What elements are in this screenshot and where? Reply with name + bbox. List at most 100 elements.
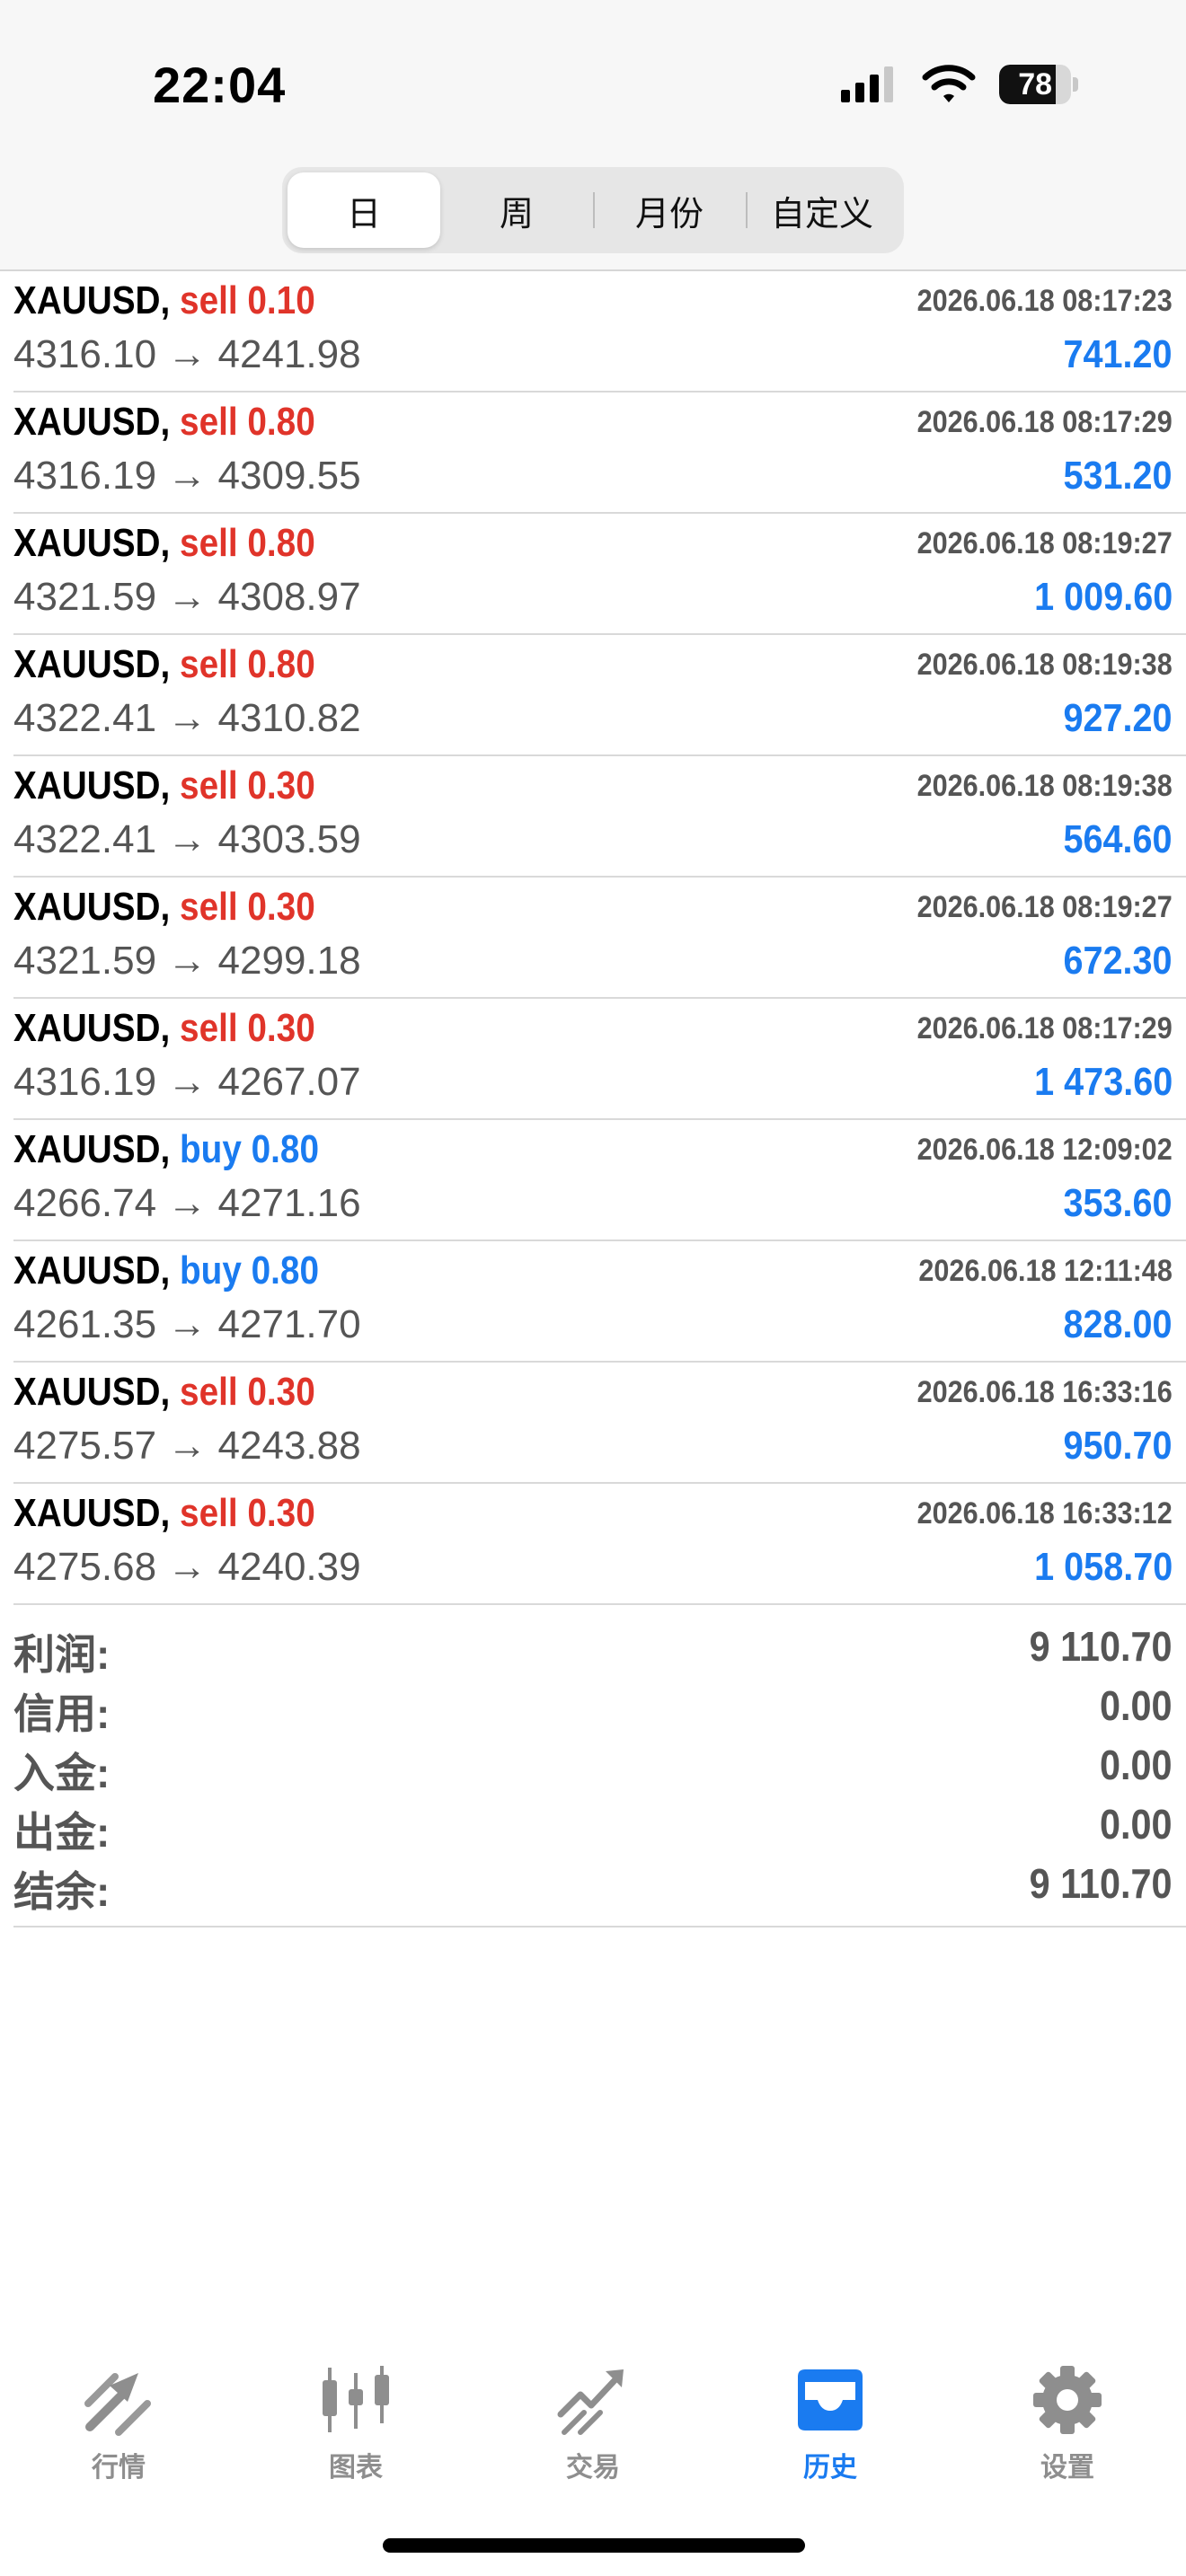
trade-row[interactable]: XAUUSD, sell 0.10 2026.06.18 08:17:23 43… bbox=[13, 271, 1186, 393]
trade-open-price: 4266.74 bbox=[13, 1181, 157, 1225]
trade-datetime: 2026.06.18 12:09:02 bbox=[916, 1133, 1173, 1167]
trade-side: buy bbox=[180, 1127, 252, 1171]
summary-value: 0.00 bbox=[1100, 1801, 1173, 1848]
tab-day[interactable]: 日 bbox=[288, 172, 440, 248]
trade-volume: 0.30 bbox=[247, 1491, 315, 1535]
trade-row[interactable]: XAUUSD, buy 0.80 2026.06.18 12:11:48 426… bbox=[13, 1241, 1186, 1363]
tab-custom[interactable]: 自定义 bbox=[746, 172, 898, 248]
trade-volume: 0.30 bbox=[247, 1006, 315, 1050]
tab-settings[interactable]: 设置 bbox=[949, 2344, 1186, 2506]
trade-datetime: 2026.06.18 08:17:23 bbox=[916, 284, 1173, 318]
gear-icon bbox=[1030, 2362, 1105, 2438]
tab-chart[interactable]: 图表 bbox=[237, 2344, 474, 2506]
trade-profit: 927.20 bbox=[1063, 696, 1173, 740]
trade-arrow: → bbox=[167, 575, 218, 619]
trade-row[interactable]: XAUUSD, sell 0.30 2026.06.18 08:19:27 43… bbox=[13, 878, 1186, 999]
trade-prices: 4275.68 → 4240.39 bbox=[13, 1545, 361, 1590]
bottom-tab-bar: 行情 图表 交易 历史 设置 bbox=[0, 2344, 1186, 2506]
summary-row: 结余: 9 110.70 bbox=[13, 1854, 1186, 1915]
trade-row[interactable]: XAUUSD, sell 0.80 2026.06.18 08:17:29 43… bbox=[13, 393, 1186, 514]
trade-profit: 531.20 bbox=[1063, 454, 1173, 498]
trade-datetime: 2026.06.18 16:33:12 bbox=[916, 1496, 1173, 1531]
trade-open-price: 4316.19 bbox=[13, 454, 157, 498]
trade-history-list: XAUUSD, sell 0.10 2026.06.18 08:17:23 43… bbox=[0, 271, 1186, 1605]
tab-quotes[interactable]: 行情 bbox=[0, 2344, 237, 2506]
trade-volume: 0.80 bbox=[247, 642, 315, 686]
tab-settings-label: 设置 bbox=[1040, 2453, 1094, 2483]
trade-open-price: 4316.10 bbox=[13, 332, 157, 376]
trade-datetime: 2026.06.18 08:19:27 bbox=[916, 890, 1173, 924]
tab-week[interactable]: 周 bbox=[440, 172, 593, 248]
tab-history[interactable]: 历史 bbox=[712, 2344, 949, 2506]
trade-profit: 1 473.60 bbox=[1033, 1060, 1173, 1104]
status-icons: 78 bbox=[839, 65, 1078, 104]
trade-side: sell bbox=[180, 1006, 248, 1050]
summary-value: 0.00 bbox=[1100, 1682, 1173, 1729]
trade-close-price: 4309.55 bbox=[217, 454, 361, 498]
trade-arrow: → bbox=[167, 696, 218, 740]
candlestick-chart-icon bbox=[318, 2362, 394, 2438]
trade-side: sell bbox=[180, 400, 248, 444]
trade-side: sell bbox=[180, 521, 248, 565]
trade-row[interactable]: XAUUSD, sell 0.80 2026.06.18 08:19:27 43… bbox=[13, 514, 1186, 635]
summary-value: 9 110.70 bbox=[1030, 1860, 1173, 1907]
trade-row[interactable]: XAUUSD, sell 0.80 2026.06.18 08:19:38 43… bbox=[13, 635, 1186, 756]
tab-quotes-label: 行情 bbox=[92, 2453, 146, 2483]
trade-profit: 353.60 bbox=[1063, 1181, 1173, 1225]
trade-close-price: 4267.07 bbox=[217, 1060, 361, 1104]
trade-row[interactable]: XAUUSD, buy 0.80 2026.06.18 12:09:02 426… bbox=[13, 1120, 1186, 1241]
summary-row: 出金: 0.00 bbox=[13, 1795, 1186, 1856]
trade-symbol: XAUUSD, bbox=[13, 400, 171, 444]
trade-side: sell bbox=[180, 278, 248, 322]
home-indicator[interactable] bbox=[383, 2538, 805, 2553]
tab-chart-label: 图表 bbox=[329, 2453, 383, 2483]
trade-row[interactable]: XAUUSD, sell 0.30 2026.06.18 16:33:16 42… bbox=[13, 1363, 1186, 1484]
trade-volume: 0.80 bbox=[251, 1127, 319, 1171]
trade-title: XAUUSD, sell 0.30 bbox=[13, 1006, 315, 1051]
trade-prices: 4275.57 → 4243.88 bbox=[13, 1424, 361, 1469]
trade-volume: 0.30 bbox=[247, 885, 315, 929]
trade-close-price: 4299.18 bbox=[217, 939, 361, 983]
trade-datetime: 2026.06.18 12:11:48 bbox=[918, 1254, 1173, 1288]
trade-profit: 741.20 bbox=[1063, 332, 1173, 376]
trade-open-price: 4322.41 bbox=[13, 696, 157, 740]
trade-arrow: → bbox=[167, 817, 218, 861]
trade-prices: 4316.10 → 4241.98 bbox=[13, 332, 361, 377]
trade-prices: 4316.19 → 4309.55 bbox=[13, 454, 361, 498]
trade-symbol: XAUUSD, bbox=[13, 885, 171, 929]
trade-arrow: → bbox=[167, 1302, 218, 1346]
trade-arrow: → bbox=[167, 332, 218, 376]
trade-title: XAUUSD, buy 0.80 bbox=[13, 1127, 319, 1172]
summary-row: 入金: 0.00 bbox=[13, 1735, 1186, 1796]
trade-prices: 4266.74 → 4271.16 bbox=[13, 1181, 361, 1226]
summary-label: 入金: bbox=[13, 1750, 111, 1796]
trade-arrow: → bbox=[167, 939, 218, 983]
trade-volume: 0.80 bbox=[247, 400, 315, 444]
tab-trade[interactable]: 交易 bbox=[474, 2344, 712, 2506]
trade-title: XAUUSD, sell 0.30 bbox=[13, 885, 315, 930]
trade-datetime: 2026.06.18 08:19:38 bbox=[916, 648, 1173, 682]
quotes-arrows-icon bbox=[81, 2362, 156, 2438]
trade-open-price: 4275.68 bbox=[13, 1545, 157, 1589]
trade-row[interactable]: XAUUSD, sell 0.30 2026.06.18 08:19:38 43… bbox=[13, 756, 1186, 878]
battery-icon: 78 bbox=[999, 65, 1078, 104]
trade-volume: 0.80 bbox=[251, 1248, 319, 1292]
trade-prices: 4261.35 → 4271.70 bbox=[13, 1302, 361, 1347]
trade-title: XAUUSD, sell 0.80 bbox=[13, 400, 315, 445]
trade-volume: 0.80 bbox=[247, 521, 315, 565]
summary-label: 出金: bbox=[13, 1809, 111, 1856]
trade-row[interactable]: XAUUSD, sell 0.30 2026.06.18 16:33:12 42… bbox=[13, 1484, 1186, 1605]
trade-volume: 0.30 bbox=[247, 763, 315, 807]
tab-month[interactable]: 月份 bbox=[593, 172, 746, 248]
trade-side: sell bbox=[180, 642, 248, 686]
trade-row[interactable]: XAUUSD, sell 0.30 2026.06.18 08:17:29 43… bbox=[13, 999, 1186, 1120]
trade-close-price: 4308.97 bbox=[217, 575, 361, 619]
summary-value: 0.00 bbox=[1100, 1742, 1173, 1788]
summary-row: 信用: 0.00 bbox=[13, 1676, 1186, 1737]
trade-profit: 672.30 bbox=[1063, 939, 1173, 983]
header-area: 22:04 78 日 周 月份 自定义 bbox=[0, 0, 1186, 271]
summary-value: 9 110.70 bbox=[1030, 1623, 1173, 1670]
trade-prices: 4322.41 → 4303.59 bbox=[13, 817, 361, 862]
trade-title: XAUUSD, sell 0.80 bbox=[13, 521, 315, 566]
cellular-signal-icon bbox=[841, 66, 893, 102]
